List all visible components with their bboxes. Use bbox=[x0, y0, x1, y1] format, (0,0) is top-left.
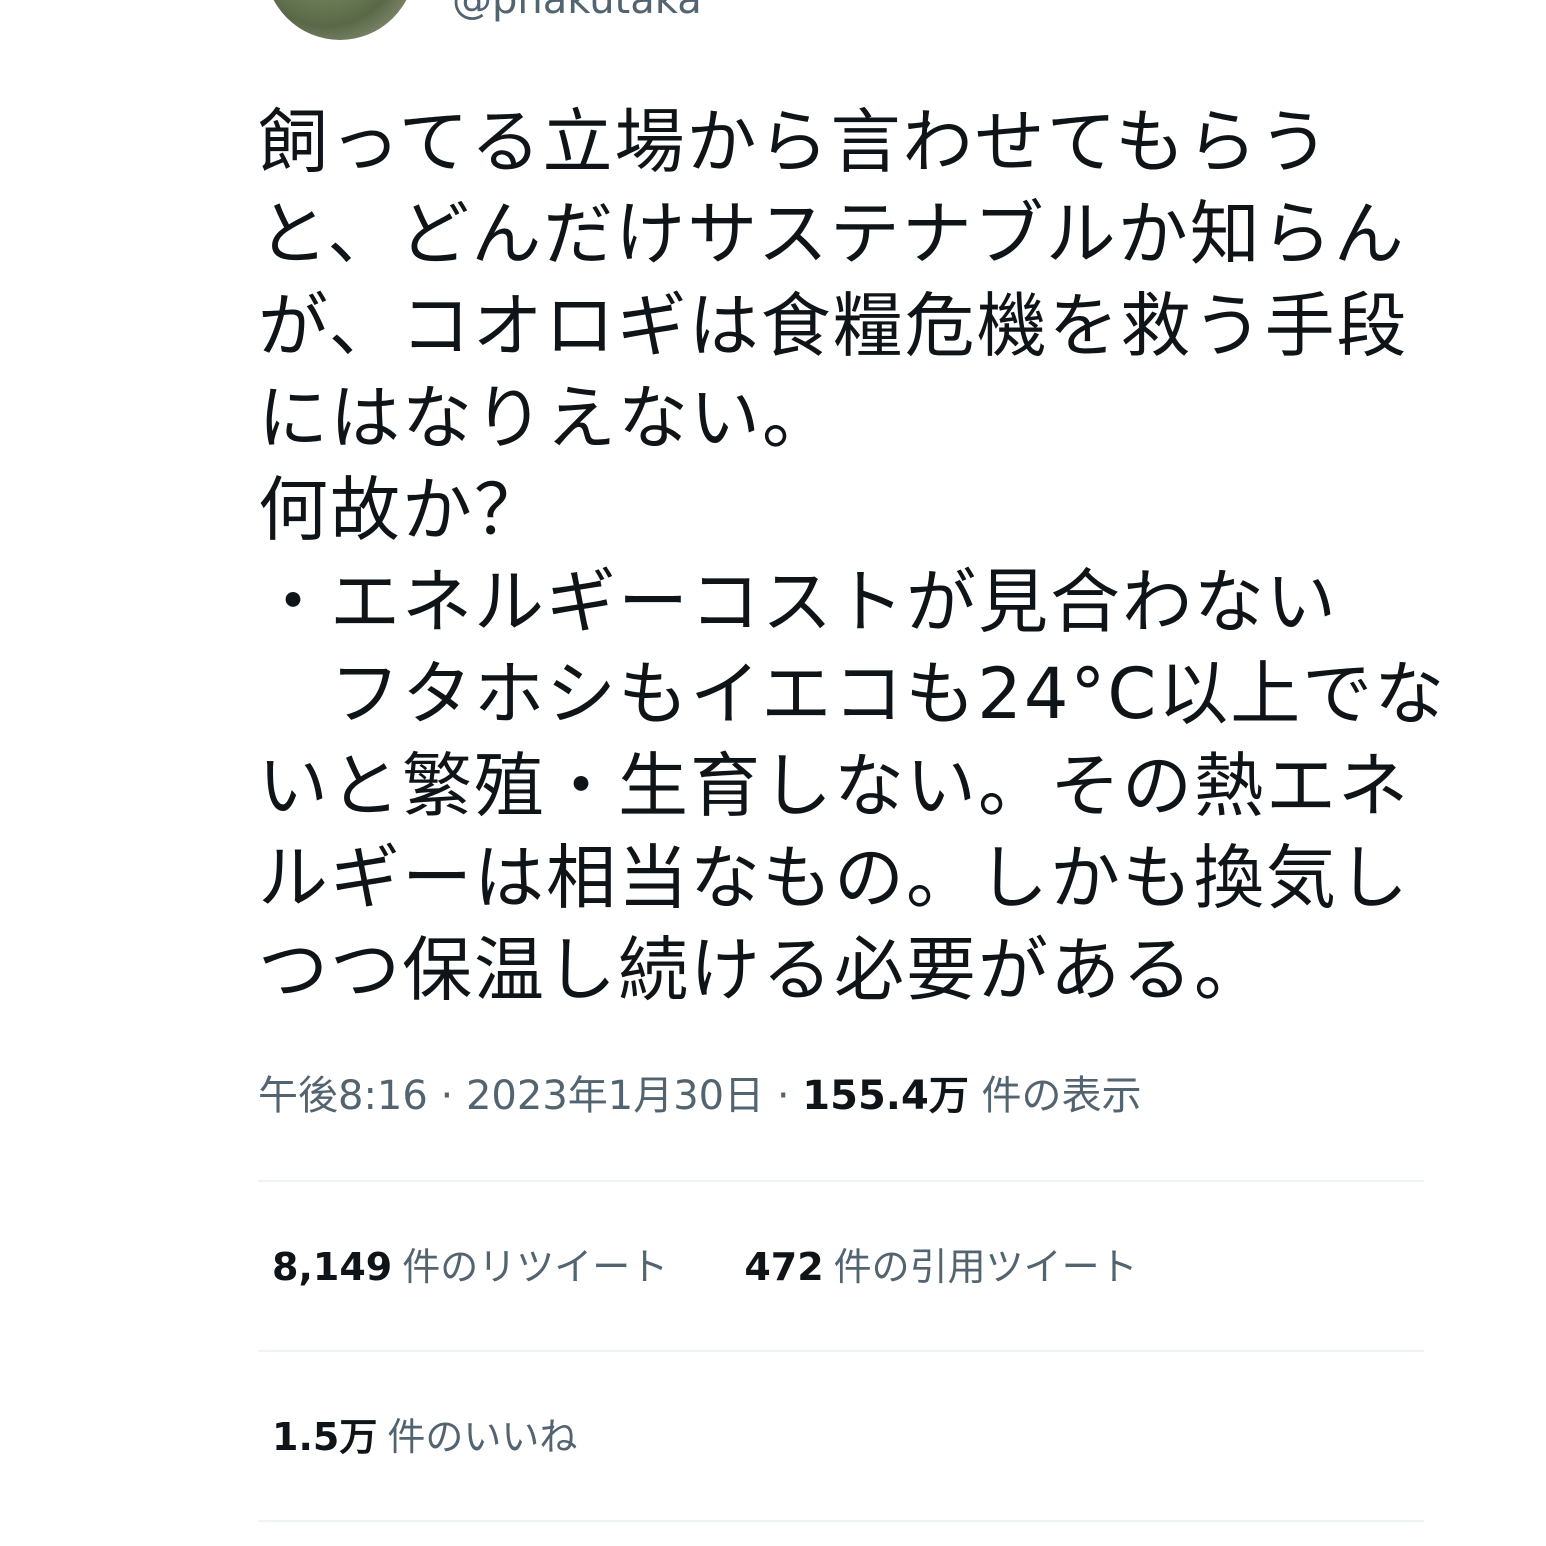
views-label: 件の表示 bbox=[981, 1073, 1142, 1119]
likes-count: 1.5万 bbox=[272, 1415, 378, 1459]
tweet-text-line: 何故か？ bbox=[258, 469, 546, 551]
quotes-count: 472 bbox=[744, 1245, 824, 1289]
tweet-date[interactable]: 2023年1月30日 bbox=[466, 1073, 764, 1119]
user-handle[interactable]: @phakutaka bbox=[452, 0, 702, 24]
avatar[interactable] bbox=[265, 0, 415, 40]
retweets-label: 件のリツイート bbox=[402, 1245, 669, 1289]
likes-label: 件のいいね bbox=[387, 1415, 578, 1459]
tweet-detail-screen: @phakutaka 飼ってる立場から言わせてもらう と、どんだけサステナブルか… bbox=[0, 0, 1546, 1546]
tweet-text-line: つつ保温し続ける必要がある。 bbox=[258, 929, 1266, 1011]
meta-separator: · bbox=[440, 1073, 454, 1119]
divider bbox=[258, 1350, 1424, 1352]
views-count: 155.4万 bbox=[802, 1073, 969, 1119]
tweet-text-line: と、どんだけサステナブルか知らん bbox=[258, 193, 1406, 275]
divider bbox=[258, 1180, 1424, 1182]
tweet-text-line: いと繁殖・生育しない。その熱エネ bbox=[258, 745, 1410, 827]
retweets-stat[interactable]: 8,149 件のリツイート bbox=[272, 1242, 668, 1292]
likes-row: 1.5万 件のいいね bbox=[272, 1412, 641, 1462]
tweet-time[interactable]: 午後8:16 bbox=[258, 1073, 428, 1119]
tweet-text-line: ・エネルギーコストが見合わない bbox=[258, 561, 1338, 643]
tweet-text-line: ルギーは相当なもの。しかも換気し bbox=[258, 837, 1410, 919]
quotes-stat[interactable]: 472 件の引用ツイート bbox=[744, 1242, 1137, 1292]
engagement-row: 8,149 件のリツイート 472 件の引用ツイート bbox=[272, 1242, 1202, 1292]
retweets-count: 8,149 bbox=[272, 1245, 393, 1289]
tweet-text-line: が、コオロギは食糧危機を救う手段 bbox=[258, 285, 1409, 367]
tweet-text-line: 飼ってる立場から言わせてもらう bbox=[258, 101, 1331, 183]
tweet-meta: 午後8:16 · 2023年1月30日 · 155.4万 件の表示 bbox=[258, 1070, 1142, 1122]
tweet-text-line: フタホシもイエコも24°C以上でな bbox=[258, 653, 1447, 735]
meta-separator: · bbox=[776, 1073, 790, 1119]
tweet-text: 飼ってる立場から言わせてもらう と、どんだけサステナブルか知らん が、コオロギは… bbox=[258, 96, 1447, 1016]
tweet-text-line: にはなりえない。 bbox=[258, 377, 834, 459]
divider bbox=[258, 1520, 1424, 1522]
likes-stat[interactable]: 1.5万 件のいいね bbox=[272, 1412, 577, 1462]
quotes-label: 件の引用ツイート bbox=[833, 1245, 1138, 1289]
